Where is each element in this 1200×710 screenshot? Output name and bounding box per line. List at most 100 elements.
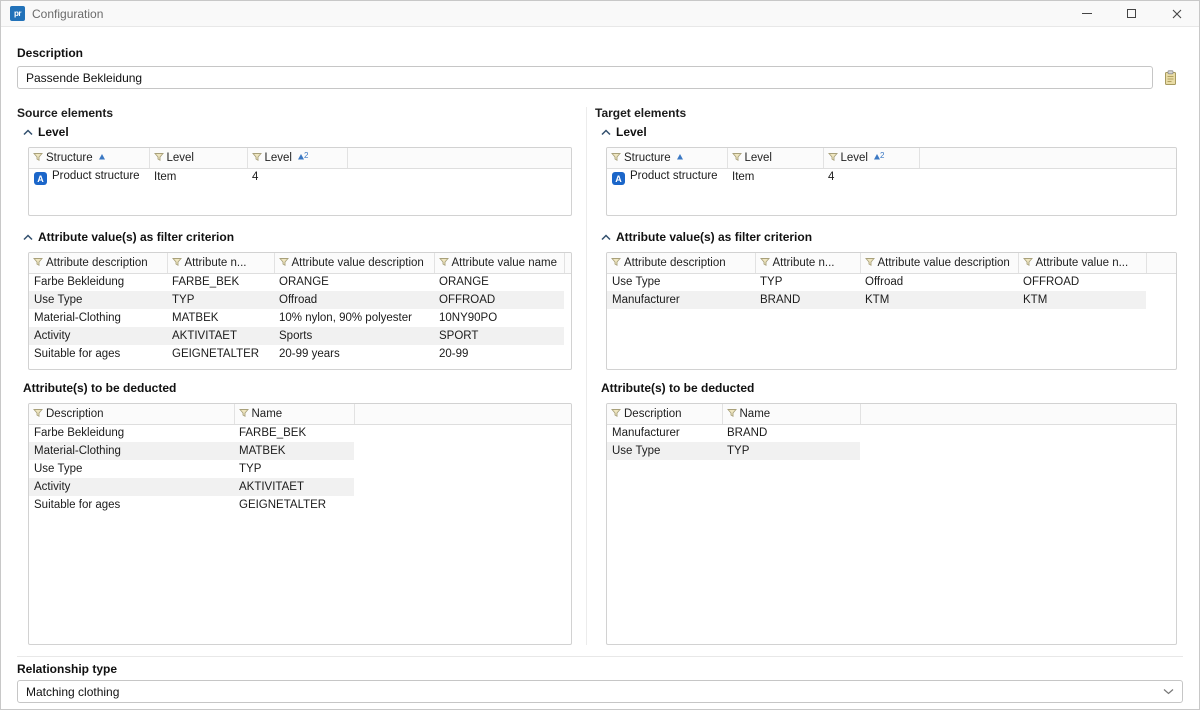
table-row[interactable]: Farbe BekleidungFARBE_BEK: [29, 424, 571, 442]
clipboard-icon: [1163, 70, 1178, 86]
column-header[interactable]: Level2: [823, 148, 919, 168]
table-row[interactable]: Use TypeTYP: [29, 460, 571, 478]
content-area: Description Source elements: [1, 27, 1199, 709]
source-panel: Source elements Level StructureLevelLeve…: [17, 107, 586, 645]
filter-funnel-icon: [239, 408, 249, 418]
table-row[interactable]: Material-ClothingMATBEK10% nylon, 90% po…: [29, 309, 571, 327]
filter-funnel-icon: [732, 152, 742, 162]
column-header[interactable]: Attribute description: [29, 253, 167, 273]
table-row[interactable]: Farbe BekleidungFARBE_BEKORANGEORANGE: [29, 273, 571, 291]
section-title: Attribute value(s) as filter criterion: [38, 231, 234, 244]
column-header[interactable]: Attribute value description: [860, 253, 1018, 273]
table-row[interactable]: ManufacturerBRAND: [607, 424, 1176, 442]
column-header[interactable]: Attribute n...: [755, 253, 860, 273]
table-cell: OFFROAD: [434, 291, 564, 309]
column-header[interactable]: Structure: [29, 148, 149, 168]
table-cell: FARBE_BEK: [167, 273, 274, 291]
collapse-chevron-icon[interactable]: [601, 129, 611, 136]
target-level-section-header: Level: [601, 126, 1183, 139]
sort-order-number: 2: [880, 151, 884, 160]
filter-funnel-icon: [611, 152, 621, 162]
collapse-chevron-icon[interactable]: [601, 234, 611, 241]
table-cell: Use Type: [29, 460, 234, 478]
table-cell: Manufacturer: [607, 424, 722, 442]
table-cell: TYP: [234, 460, 354, 478]
table-cell: Material-Clothing: [29, 442, 234, 460]
target-panel: Target elements Level StructureLevelLeve…: [586, 107, 1183, 645]
column-header[interactable]: Level2: [247, 148, 347, 168]
window-title: Configuration: [32, 7, 103, 21]
table-cell: MATBEK: [234, 442, 354, 460]
source-level-table: StructureLevelLevel2AProduct structureIt…: [28, 147, 572, 216]
table-cell: Offroad: [860, 273, 1018, 291]
table-cell-filler: [354, 424, 571, 442]
column-header[interactable]: Attribute description: [607, 253, 755, 273]
minimize-button[interactable]: [1064, 1, 1109, 27]
table-cell: Farbe Bekleidung: [29, 273, 167, 291]
close-button[interactable]: [1154, 1, 1199, 27]
filter-funnel-icon: [611, 408, 621, 418]
table-cell: Item: [149, 168, 247, 186]
source-deduct-table: DescriptionNameFarbe BekleidungFARBE_BEK…: [28, 403, 572, 645]
column-header[interactable]: Attribute value name: [434, 253, 564, 273]
table-row[interactable]: Suitable for agesGEIGNETALTER20-99 years…: [29, 345, 571, 363]
table-row[interactable]: ManufacturerBRANDKTMKTM: [607, 291, 1176, 309]
relationship-dropdown[interactable]: Matching clothing: [17, 680, 1183, 703]
table-cell: Offroad: [274, 291, 434, 309]
table-cell: AKTIVITAET: [234, 478, 354, 496]
column-header[interactable]: Description: [29, 404, 234, 424]
close-icon: [1172, 9, 1182, 19]
table-row[interactable]: AProduct structureItem4: [29, 168, 571, 186]
source-level-section-header: Level: [23, 126, 578, 139]
table-cell: 10NY90PO: [434, 309, 564, 327]
table-cell: GEIGNETALTER: [167, 345, 274, 363]
table-row[interactable]: Use TypeTYP: [607, 442, 1176, 460]
column-header[interactable]: Description: [607, 404, 722, 424]
column-header-filler: [347, 148, 571, 168]
section-title: Level: [616, 126, 647, 139]
relationship-block: Relationship type Matching clothing: [17, 656, 1183, 703]
column-header[interactable]: Name: [234, 404, 354, 424]
table-cell: TYP: [755, 273, 860, 291]
column-header[interactable]: Attribute value description: [274, 253, 434, 273]
table-row[interactable]: ActivityAKTIVITAET: [29, 478, 571, 496]
table-cell: 20-99 years: [274, 345, 434, 363]
section-title: Level: [38, 126, 69, 139]
collapse-chevron-icon[interactable]: [23, 234, 33, 241]
data-grid: StructureLevelLevel2AProduct structureIt…: [607, 148, 1176, 186]
filter-funnel-icon: [760, 257, 770, 267]
chevron-down-icon: [1163, 688, 1174, 695]
table-row[interactable]: ActivityAKTIVITAETSportsSPORT: [29, 327, 571, 345]
table-cell-filler: [564, 309, 571, 327]
table-row[interactable]: AProduct structureItem4: [607, 168, 1176, 186]
column-header[interactable]: Level: [149, 148, 247, 168]
target-deduct-table: DescriptionNameManufacturerBRANDUse Type…: [606, 403, 1177, 645]
paste-button[interactable]: [1157, 66, 1183, 89]
table-row[interactable]: Use TypeTYPOffroadOFFROAD: [29, 291, 571, 309]
table-cell: TYP: [722, 442, 860, 460]
table-row[interactable]: Suitable for agesGEIGNETALTER: [29, 496, 571, 514]
filter-funnel-icon: [828, 152, 838, 162]
table-row[interactable]: Material-ClothingMATBEK: [29, 442, 571, 460]
table-row[interactable]: Use TypeTYPOffroadOFFROAD: [607, 273, 1176, 291]
source-filter-table: Attribute descriptionAttribute n...Attri…: [28, 252, 572, 370]
description-input[interactable]: [17, 66, 1153, 89]
data-grid: Attribute descriptionAttribute n...Attri…: [607, 253, 1176, 309]
column-header[interactable]: Structure: [607, 148, 727, 168]
target-deduct-section-header: Attribute(s) to be deducted: [601, 382, 1183, 395]
app-logo-icon: pr: [10, 6, 25, 21]
column-header[interactable]: Name: [722, 404, 860, 424]
column-header[interactable]: Level: [727, 148, 823, 168]
table-cell: BRAND: [722, 424, 860, 442]
table-cell: Use Type: [607, 273, 755, 291]
source-filter-section-header: Attribute value(s) as filter criterion: [23, 231, 578, 244]
column-header[interactable]: Attribute value n...: [1018, 253, 1146, 273]
table-cell-filler: [564, 273, 571, 291]
maximize-button[interactable]: [1109, 1, 1154, 27]
table-cell-filler: [564, 327, 571, 345]
collapse-chevron-icon[interactable]: [23, 129, 33, 136]
table-cell: Activity: [29, 478, 234, 496]
sort-ascending-icon: [98, 153, 106, 161]
column-header[interactable]: Attribute n...: [167, 253, 274, 273]
source-panel-title: Source elements: [17, 107, 578, 120]
